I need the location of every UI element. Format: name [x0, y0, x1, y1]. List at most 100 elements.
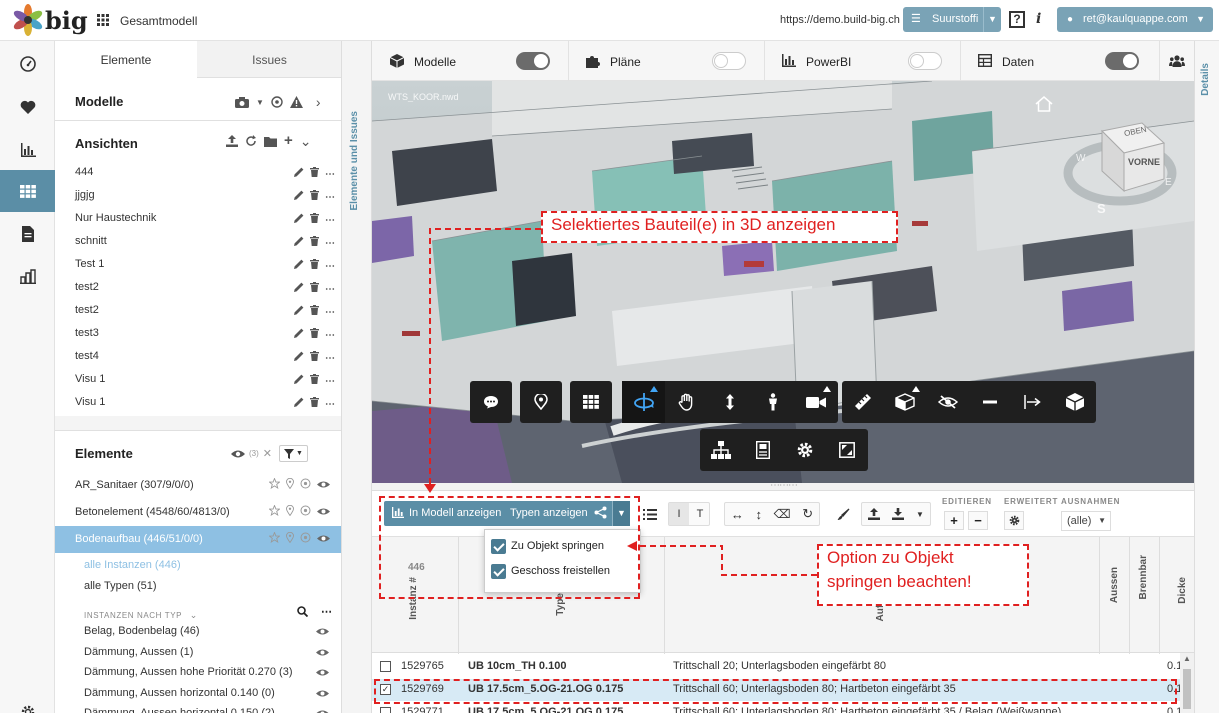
favorite-star-icon[interactable] [268, 477, 281, 492]
view-item[interactable]: Visu 1 ⋯ [75, 392, 335, 415]
instance-type-item[interactable]: Dämmung, Aussen (1) [84, 643, 329, 663]
pan-button[interactable] [665, 381, 708, 423]
toggle-modelle[interactable]: Modelle [372, 41, 568, 81]
tab-issues[interactable]: Issues [197, 41, 341, 78]
view-cube[interactable]: OBEN VORNE S E W [1072, 121, 1182, 234]
upload-icon[interactable] [226, 135, 238, 147]
delete-trash-icon[interactable] [310, 258, 319, 272]
view-item[interactable]: schnitt ⋯ [75, 231, 335, 254]
row-checkbox[interactable] [380, 707, 391, 713]
element-sub-link[interactable]: alle Instanzen (446) [84, 559, 181, 571]
instance-type-item[interactable]: Dämmung, Aussen horizontal 0.150 (2) [84, 704, 329, 713]
search-icon[interactable] [297, 606, 308, 617]
orbit-button[interactable] [622, 381, 666, 423]
location-pin-icon[interactable] [286, 531, 294, 546]
instance-type-item[interactable]: Dämmung, Aussen horizontal 0.140 (0) [84, 684, 329, 704]
target-icon[interactable] [300, 505, 311, 519]
instance-type-item[interactable]: Dämmung, Aussen hohe Priorität 0.270 (3) [84, 663, 329, 683]
more-icon[interactable]: ⋯ [321, 606, 332, 617]
visibility-eye-icon[interactable] [316, 707, 329, 713]
view-item[interactable]: 444 ⋯ [75, 162, 335, 185]
camera-icon[interactable] [235, 96, 249, 108]
column-header-dicke[interactable]: Dicke [1177, 577, 1188, 604]
visibility-eye-icon[interactable] [316, 687, 329, 701]
advanced-settings-button[interactable] [1004, 511, 1024, 530]
tab-elemente[interactable]: Elemente [55, 41, 197, 78]
building-chart-icon[interactable] [0, 255, 55, 297]
visibility-eye-icon[interactable] [316, 625, 329, 639]
add-row-button[interactable]: + [944, 511, 964, 530]
edit-pencil-icon[interactable] [294, 258, 304, 272]
element-grid-button[interactable] [570, 381, 612, 423]
logo[interactable]: big [12, 4, 88, 36]
more-icon[interactable]: ⋯ [325, 166, 335, 180]
plaene-switch[interactable] [712, 52, 746, 70]
chevron-down-icon[interactable]: ▼ [256, 98, 264, 107]
comment-button[interactable] [470, 381, 512, 423]
target-icon[interactable] [300, 478, 311, 492]
toggle-daten[interactable]: Daten [960, 41, 1159, 81]
hide-button[interactable] [927, 381, 969, 423]
view-item[interactable]: test3 ⋯ [75, 323, 335, 346]
view-item[interactable]: Nur Haustechnik ⋯ [75, 208, 335, 231]
visibility-eye-icon[interactable] [317, 478, 330, 492]
warning-icon[interactable] [289, 96, 303, 108]
target-icon[interactable] [271, 96, 283, 108]
more-icon[interactable]: ⋯ [325, 396, 335, 410]
more-icon[interactable]: ⋯ [325, 373, 335, 387]
edit-pencil-icon[interactable] [294, 212, 304, 226]
eraser-icon[interactable]: ⌫ [774, 507, 791, 521]
more-icon[interactable]: ⋯ [325, 327, 335, 341]
more-icon[interactable]: ⋯ [325, 189, 335, 203]
delete-trash-icon[interactable] [310, 281, 319, 295]
scrollbar-thumb[interactable] [1183, 669, 1191, 709]
explode-button[interactable] [1011, 381, 1053, 423]
row-checkbox[interactable] [380, 661, 391, 672]
model-browser-button[interactable] [1054, 381, 1096, 423]
refresh-icon[interactable]: ↻ [802, 506, 813, 522]
chevron-down-icon[interactable]: ⌄ [300, 134, 312, 148]
location-pin-icon[interactable] [286, 477, 294, 492]
expand-rows-icon[interactable]: ↕ [755, 507, 762, 522]
chevron-down-icon[interactable]: ⌄ [190, 610, 198, 620]
details-collapsed-panel[interactable]: Details [1194, 41, 1219, 713]
team-users-icon[interactable] [1159, 41, 1194, 81]
table-scrollbar[interactable]: ▲ [1180, 653, 1194, 713]
delete-trash-icon[interactable] [310, 212, 319, 226]
target-icon[interactable] [300, 532, 311, 546]
delete-trash-icon[interactable] [310, 304, 319, 318]
visibility-eye-icon[interactable] [317, 505, 330, 519]
mode-instances-button[interactable]: I [669, 503, 689, 525]
favorite-star-icon[interactable] [268, 531, 281, 546]
3d-viewer[interactable]: WTS_KOOR.nwd OBEN VORNE S E W [372, 81, 1194, 483]
delete-trash-icon[interactable] [310, 396, 319, 410]
more-icon[interactable]: ⋯ [325, 281, 335, 295]
visibility-eye-icon[interactable] [316, 646, 329, 660]
zoom-button[interactable] [708, 381, 751, 423]
powerbi-switch[interactable] [908, 52, 942, 70]
delete-trash-icon[interactable] [310, 327, 319, 341]
project-title[interactable]: Gesamtmodell [120, 14, 197, 28]
more-icon[interactable]: ⋯ [325, 212, 335, 226]
refresh-icon[interactable] [245, 135, 257, 147]
location-pin-icon[interactable] [286, 504, 294, 519]
paint-brush-icon[interactable] [832, 503, 854, 525]
close-icon[interactable]: ✕ [263, 447, 272, 460]
view-item[interactable]: test2 ⋯ [75, 300, 335, 323]
column-header-aussen[interactable]: Aussen [1109, 567, 1120, 603]
chevron-right-icon[interactable]: › [316, 94, 321, 110]
element-sub-link[interactable]: alle Typen (51) [84, 580, 157, 592]
delete-trash-icon[interactable] [310, 189, 319, 203]
edit-pencil-icon[interactable] [294, 396, 304, 410]
apps-grid-icon[interactable] [97, 14, 109, 26]
view-item[interactable]: test2 ⋯ [75, 277, 335, 300]
user-menu-button[interactable]: ● ret@kaulquappe.com ▼ [1057, 7, 1213, 32]
instance-type-item[interactable]: Belag, Bodenbelag (46) [84, 622, 329, 642]
add-view-icon[interactable]: + [284, 133, 293, 148]
edit-pencil-icon[interactable] [294, 166, 304, 180]
model-structure-button[interactable] [700, 429, 742, 471]
element-category-item[interactable]: Bodenaufbau (446/51/0/0) [55, 526, 341, 553]
measure-button[interactable] [842, 381, 884, 423]
scroll-up-icon[interactable]: ▲ [1183, 654, 1191, 663]
camera-button[interactable] [795, 381, 838, 423]
